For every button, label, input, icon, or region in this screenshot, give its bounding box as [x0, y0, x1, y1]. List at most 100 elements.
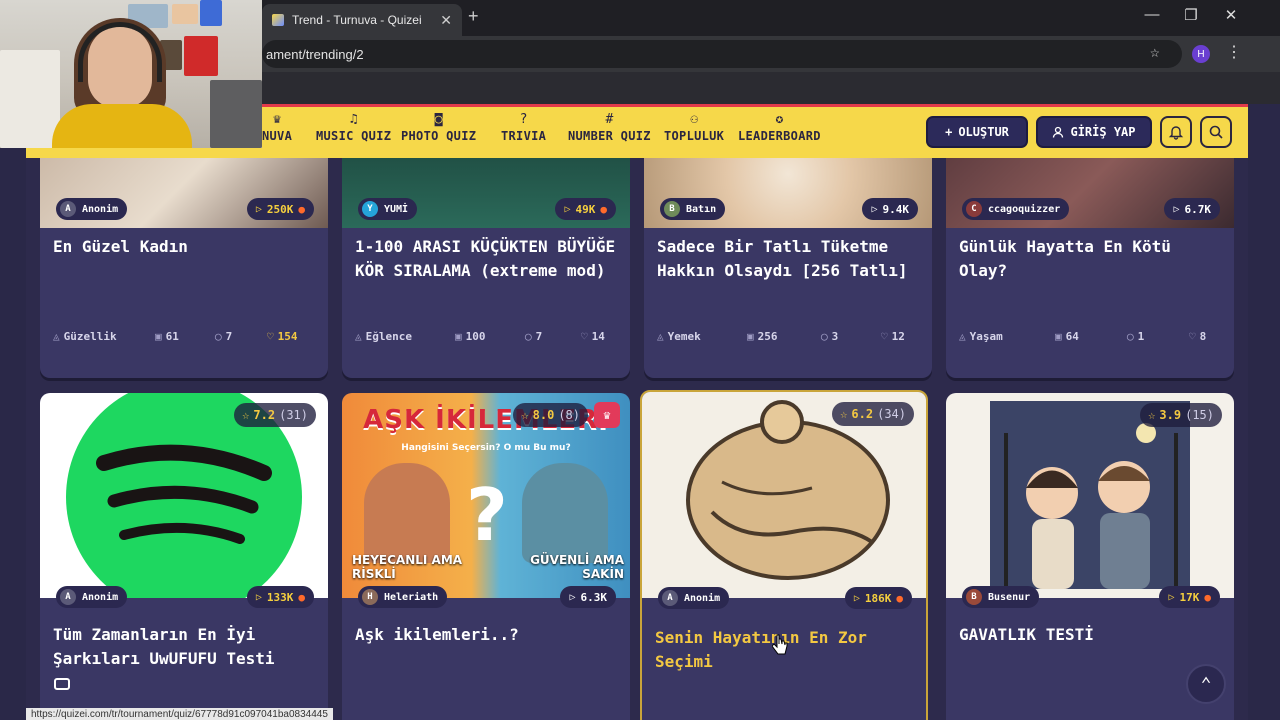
category-stat[interactable]: ◬ Yemek: [657, 330, 747, 343]
rating-value: 6.2: [851, 407, 874, 421]
items-count: 64: [1065, 329, 1079, 343]
card-title[interactable]: Aşk ikilemleri..?: [355, 623, 617, 647]
notifications-button[interactable]: [1160, 116, 1192, 148]
play-icon: ▷: [1173, 203, 1180, 215]
rating-badge: ☆ 7.2 (31): [234, 403, 316, 427]
shapes-icon: ◬: [53, 329, 60, 343]
nav-item-number-quiz[interactable]: # NUMBER QUIZ: [568, 111, 651, 143]
nav-item-photo-quiz[interactable]: ◙ PHOTO QUIZ: [401, 111, 476, 143]
play-count: 9.4K: [882, 202, 910, 216]
comments-count: 7: [535, 329, 543, 343]
author-badge[interactable]: A Anonim: [56, 586, 128, 608]
gallery-icon: ▣: [155, 329, 162, 343]
url-input[interactable]: ament/trending/2: [262, 40, 1182, 68]
login-button[interactable]: GİRİŞ YAP: [1036, 116, 1152, 148]
items-count: 61: [165, 329, 179, 343]
play-icon: ▷: [569, 591, 576, 603]
likes-count: 12: [891, 329, 905, 343]
card-title[interactable]: Günlük Hayatta En Kötü Olay?: [959, 235, 1221, 283]
author-badge[interactable]: Y YUMİ: [358, 198, 418, 220]
author-badge[interactable]: C ccagoquizzer: [962, 198, 1070, 220]
browser-menu-icon[interactable]: ⋮: [1226, 42, 1242, 61]
play-count: 6.7K: [1184, 202, 1212, 216]
browser-tab[interactable]: Trend - Turnuva - Quizei ✕: [262, 4, 462, 36]
bookmark-star-icon[interactable]: ☆: [1150, 42, 1160, 61]
author-name: Anonim: [82, 203, 119, 215]
new-tab-button[interactable]: +: [468, 6, 479, 27]
nav-item-leaderboard[interactable]: ✪ LEADERBOARD: [738, 111, 821, 143]
fire-icon: ●: [298, 590, 305, 604]
person-left-illustration: [364, 463, 450, 563]
author-name: Anonim: [82, 591, 119, 603]
youtube-icon: [54, 678, 70, 690]
likes-stat[interactable]: ♡ 8: [1189, 330, 1206, 343]
author-badge[interactable]: A Anonim: [658, 587, 730, 609]
card-title[interactable]: 1-100 ARASI KÜÇÜKTEN BÜYÜĞE KÖR SIRALAMA…: [355, 235, 617, 283]
create-button[interactable]: + OLUŞTUR: [926, 116, 1028, 148]
wall-poster: [200, 0, 222, 26]
quiz-card[interactable]: ☆ 7.2 (31) A Anonim ▷ 133K ● Tüm Zamanla…: [40, 393, 328, 720]
question-icon: ?: [519, 112, 528, 127]
card-title[interactable]: Tüm Zamanların En İyi Şarkıları UwUFUFU …: [53, 623, 315, 671]
search-button[interactable]: [1200, 116, 1232, 148]
author-badge[interactable]: B Busenur: [962, 586, 1040, 608]
restore-icon[interactable]: ❐: [1176, 6, 1206, 24]
plus-icon: +: [945, 125, 953, 139]
author-badge[interactable]: B Batın: [660, 198, 726, 220]
star-icon: ☆: [521, 408, 529, 422]
nav-item-tournament[interactable]: ♛ NUVA: [262, 111, 292, 143]
category-stat[interactable]: ◬ Eğlence: [355, 330, 455, 343]
avatar: A: [60, 589, 76, 605]
quiz-card[interactable]: B Batın ▷ 9.4K Sadece Bir Tatlı Tüketme …: [644, 158, 932, 378]
quiz-card-hovered[interactable]: ☆ 6.2 (34) A Anonim ▷ 186K ● Senin Hayat…: [640, 390, 928, 720]
comments-count: 1: [1137, 329, 1145, 343]
scroll-to-top-button[interactable]: ⌃: [1186, 664, 1226, 704]
quiz-card[interactable]: Y YUMİ ▷ 49K ● 1-100 ARASI KÜÇÜKTEN BÜYÜ…: [342, 158, 630, 378]
comments-stat: ◯ 7: [215, 330, 267, 343]
items-stat: ▣ 100: [455, 330, 525, 343]
play-count: 17K: [1179, 590, 1200, 604]
card-title[interactable]: Sadece Bir Tatlı Tüketme Hakkın Olsaydı …: [657, 235, 919, 283]
likes-stat[interactable]: ♡ 154: [267, 330, 298, 343]
likes-stat[interactable]: ♡ 14: [581, 330, 605, 343]
category-stat[interactable]: ◬ Güzellik: [53, 330, 155, 343]
category-label: Yemek: [667, 329, 701, 343]
profile-avatar[interactable]: H: [1192, 45, 1210, 63]
rating-count: (8): [558, 408, 580, 422]
hash-icon: #: [605, 112, 614, 127]
close-window-icon[interactable]: ✕: [1216, 6, 1246, 24]
music-note-icon: ♫: [349, 112, 358, 127]
author-badge[interactable]: A Anonim: [56, 198, 128, 220]
category-label: Eğlence: [365, 329, 412, 343]
nav-label: TRIVIA: [501, 129, 547, 143]
person-right-illustration: [522, 463, 608, 563]
card-title[interactable]: En Güzel Kadın: [53, 235, 315, 259]
play-count: 6.3K: [580, 590, 608, 604]
author-badge[interactable]: H Heleriath: [358, 586, 448, 608]
thumb-right-caption: GÜVENLİ AMA SAKİN: [530, 553, 624, 581]
rating-value: 3.9: [1159, 408, 1182, 422]
tab-title: Trend - Turnuva - Quizei: [292, 13, 422, 27]
play-count-badge: ▷ 250K ●: [246, 198, 314, 220]
chevron-up-icon: ⌃: [1200, 673, 1212, 695]
rating-badge: ☆ 3.9 (15): [1140, 403, 1222, 427]
card-title[interactable]: GAVATLIK TESTİ: [959, 623, 1221, 647]
category-stat[interactable]: ◬ Yaşam: [959, 330, 1055, 343]
tab-close-icon[interactable]: ✕: [440, 12, 452, 29]
person-body: [52, 104, 192, 148]
play-icon: ▷: [564, 203, 571, 215]
wall-poster: [184, 36, 218, 76]
nav-item-trivia[interactable]: ? TRIVIA: [501, 111, 546, 143]
quiz-card[interactable]: AŞK İKİLEMLERİ Hangisini Seçersin? O mu …: [342, 393, 630, 720]
users-icon: ⚇: [690, 112, 699, 127]
avatar: H: [362, 589, 378, 605]
nav-item-community[interactable]: ⚇ TOPLULUK: [664, 111, 724, 143]
nav-item-music-quiz[interactable]: ♫ MUSIC QUIZ: [316, 111, 391, 143]
play-count-badge: ▷ 133K ●: [246, 586, 314, 608]
quiz-card[interactable]: A Anonim ▷ 250K ● En Güzel Kadın ◬ Güzell…: [40, 158, 328, 378]
quiz-card[interactable]: C ccagoquizzer ▷ 6.7K Günlük Hayatta En …: [946, 158, 1234, 378]
minimize-icon[interactable]: —: [1137, 6, 1167, 23]
items-count: 100: [465, 329, 486, 343]
likes-stat[interactable]: ♡ 12: [881, 330, 905, 343]
avatar: B: [664, 201, 680, 217]
